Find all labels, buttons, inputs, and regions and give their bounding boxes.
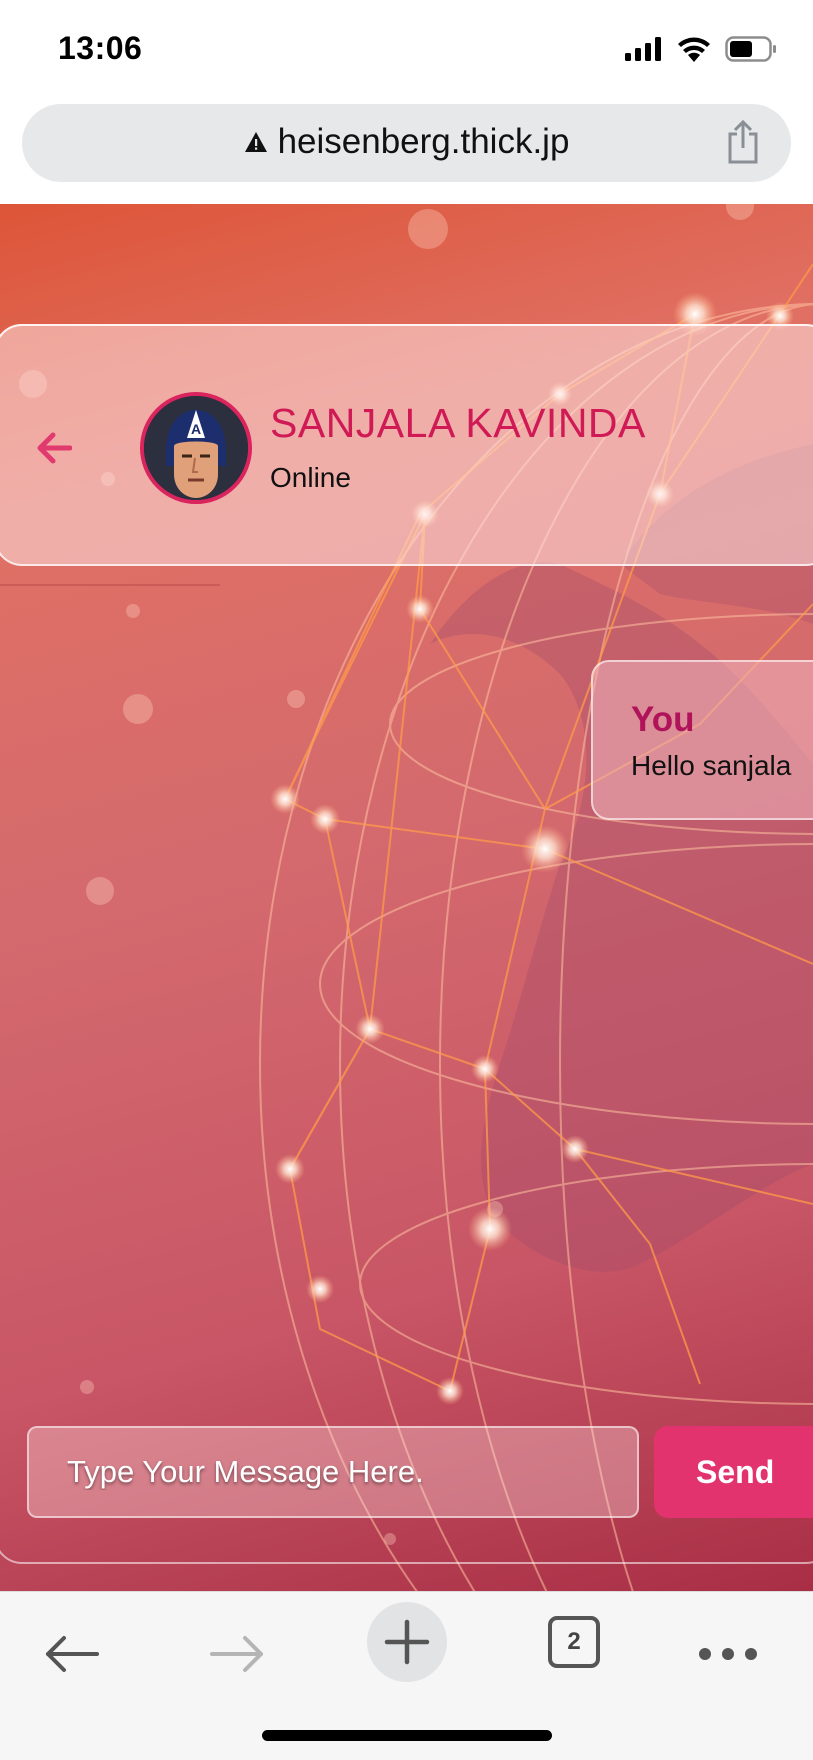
tabs-button[interactable]: 2	[548, 1616, 600, 1668]
back-arrow-icon	[46, 1636, 99, 1672]
status-icons	[625, 36, 777, 62]
status-bar: 13:06	[0, 0, 813, 100]
back-arrow-icon[interactable]	[36, 431, 72, 465]
new-tab-button[interactable]	[367, 1602, 447, 1682]
message-sender: You	[631, 700, 695, 739]
warning-icon	[244, 132, 267, 152]
url-text: heisenberg.thick.jp	[277, 122, 570, 161]
browser-address-area: heisenberg.thick.jp	[0, 100, 813, 204]
url-display[interactable]: heisenberg.thick.jp	[22, 122, 791, 162]
chat-page: A SANJALA KAVINDA Online You Hello sanja…	[0, 204, 813, 1591]
home-indicator[interactable]	[262, 1730, 552, 1741]
status-time: 13:06	[58, 30, 143, 66]
contact-name: SANJALA KAVINDA	[270, 400, 646, 446]
contact-avatar[interactable]: A	[140, 392, 252, 504]
browser-forward-button[interactable]	[205, 1614, 271, 1694]
plus-icon	[384, 1619, 430, 1665]
battery-icon	[725, 36, 776, 62]
send-button[interactable]: Send	[654, 1426, 813, 1518]
more-button[interactable]	[698, 1614, 758, 1694]
svg-text:A: A	[191, 421, 201, 437]
share-icon[interactable]	[725, 120, 761, 164]
more-icon	[699, 1648, 757, 1660]
browser-back-button[interactable]	[38, 1614, 104, 1694]
signal-icon	[625, 37, 661, 61]
forward-arrow-icon	[210, 1636, 263, 1672]
message-text: Hello sanjala	[631, 750, 792, 781]
wifi-icon	[678, 37, 710, 62]
message-bubble: You Hello sanjala	[591, 660, 813, 820]
address-bar[interactable]: heisenberg.thick.jp	[22, 104, 791, 182]
contact-status: Online	[270, 462, 351, 493]
tab-count: 2	[548, 1616, 600, 1668]
message-input[interactable]	[27, 1426, 639, 1518]
